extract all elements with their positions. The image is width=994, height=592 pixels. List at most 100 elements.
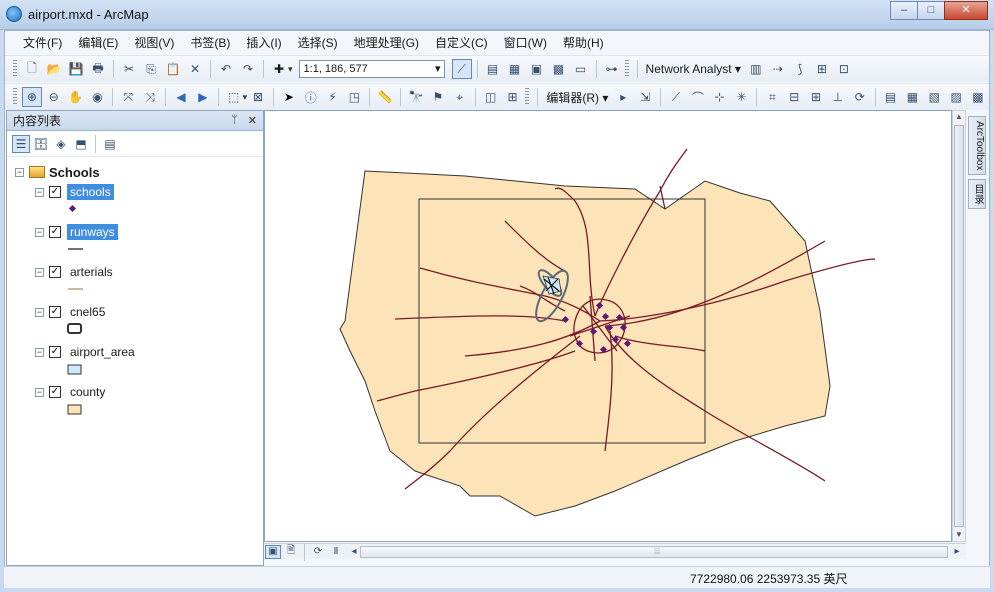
- collapse-icon[interactable]: −: [35, 347, 44, 357]
- close-button[interactable]: ✕: [944, 1, 988, 20]
- hyperlink-icon[interactable]: ⚡: [323, 87, 343, 107]
- refresh-icon[interactable]: ⟳: [310, 545, 326, 559]
- menu-edit[interactable]: 编辑(E): [70, 32, 126, 54]
- undo-icon[interactable]: ↶: [216, 59, 236, 79]
- list-by-visibility-icon[interactable]: ◈: [52, 135, 70, 153]
- attributes-icon[interactable]: ▤: [881, 87, 901, 107]
- collapse-icon[interactable]: −: [35, 387, 44, 397]
- back-arrow-icon[interactable]: ◀: [171, 87, 191, 107]
- menu-selection[interactable]: 选择(S): [290, 32, 346, 54]
- print-icon[interactable]: 🖶: [88, 59, 108, 79]
- layer-row-arterials[interactable]: − ✓ arterials: [35, 263, 116, 281]
- point-icon[interactable]: ✳: [732, 87, 752, 107]
- layer-name[interactable]: county: [67, 384, 108, 400]
- menu-windows[interactable]: 窗口(W): [496, 32, 555, 54]
- toolbar-grip[interactable]: [624, 60, 629, 78]
- cut-polygons-icon[interactable]: ⊞: [806, 87, 826, 107]
- identify-icon[interactable]: ⓘ: [301, 87, 321, 107]
- build-network-icon[interactable]: ⊞: [812, 59, 832, 79]
- data-view-icon[interactable]: ▣: [265, 544, 281, 559]
- collapse-icon[interactable]: −: [35, 267, 44, 277]
- toolbar-grip[interactable]: [525, 88, 530, 106]
- editor-toolbar-toggle-icon[interactable]: ⟋: [451, 59, 472, 79]
- collapse-icon[interactable]: −: [35, 307, 44, 317]
- forward-arrow-icon[interactable]: ▶: [193, 87, 213, 107]
- create-viewer-icon[interactable]: ⊞: [503, 87, 523, 107]
- list-by-selection-icon[interactable]: ⬒: [72, 135, 90, 153]
- fixed-zoom-in-icon[interactable]: ⤧: [118, 87, 138, 107]
- straight-segment-icon[interactable]: ⟋: [666, 87, 686, 107]
- clear-selection-icon[interactable]: ⊠: [248, 87, 268, 107]
- arctoolbox-icon[interactable]: ▩: [549, 59, 569, 79]
- paste-icon[interactable]: 📋: [163, 59, 183, 79]
- solve-icon[interactable]: ⟆: [790, 59, 810, 79]
- menu-help[interactable]: 帮助(H): [555, 32, 612, 54]
- menu-insert[interactable]: 插入(I): [238, 32, 289, 54]
- cut-icon[interactable]: ✂: [119, 59, 139, 79]
- rotate-icon[interactable]: ⟳: [850, 87, 870, 107]
- list-by-drawing-order-icon[interactable]: ☰: [12, 134, 30, 153]
- trace-icon[interactable]: ⊹: [710, 87, 730, 107]
- layer-group-row[interactable]: − Schools: [15, 163, 100, 181]
- open-folder-icon[interactable]: 📂: [44, 59, 64, 79]
- menu-view[interactable]: 视图(V): [126, 32, 182, 54]
- redo-icon[interactable]: ↷: [238, 59, 258, 79]
- search-window-icon[interactable]: ▣: [527, 59, 547, 79]
- menu-geoprocessing[interactable]: 地理处理(G): [346, 32, 427, 54]
- map-canvas[interactable]: [265, 111, 952, 542]
- table-of-contents-icon[interactable]: ▤: [483, 59, 503, 79]
- layer-name[interactable]: airport_area: [67, 344, 138, 360]
- editor-menu[interactable]: 编辑器(R) ▾: [542, 89, 612, 106]
- map-horizontal-scrollbar[interactable]: ⦙⦙⦙: [360, 546, 948, 558]
- sketch-properties-icon[interactable]: ▦: [903, 87, 923, 107]
- scroll-down-icon[interactable]: ▼: [953, 529, 965, 541]
- layer-visibility-checkbox[interactable]: ✓: [49, 226, 61, 238]
- menu-bookmarks[interactable]: 书签(B): [182, 32, 238, 54]
- layer-name[interactable]: arterials: [67, 264, 116, 280]
- layer-name[interactable]: schools: [67, 184, 114, 200]
- network-analyst-menu[interactable]: Network Analyst ▾: [642, 62, 745, 76]
- maximize-button[interactable]: □: [917, 1, 945, 20]
- network-analyst-window-icon[interactable]: ▥: [746, 59, 766, 79]
- layer-name[interactable]: runways: [67, 224, 118, 240]
- catalog-window-icon[interactable]: ▦: [505, 59, 525, 79]
- measure-icon[interactable]: 📏: [375, 87, 395, 107]
- new-route-icon[interactable]: ⇢: [768, 59, 788, 79]
- layer-name[interactable]: cnel65: [67, 304, 108, 320]
- collapse-icon[interactable]: −: [35, 227, 44, 237]
- new-document-icon[interactable]: 🗋: [22, 59, 42, 79]
- collapse-icon[interactable]: −: [15, 167, 24, 177]
- layer-visibility-checkbox[interactable]: ✓: [49, 346, 61, 358]
- select-elements-arrow-icon[interactable]: ➤: [279, 87, 299, 107]
- layer-visibility-checkbox[interactable]: ✓: [49, 266, 61, 278]
- zoom-in-icon[interactable]: ⊕: [21, 87, 42, 107]
- fixed-zoom-out-icon[interactable]: ⤨: [140, 87, 160, 107]
- map-display[interactable]: [264, 110, 952, 542]
- edit-tool-icon[interactable]: ▸: [613, 87, 633, 107]
- select-features-icon[interactable]: ⬚: [224, 87, 244, 107]
- minimize-button[interactable]: ‒: [890, 1, 918, 20]
- full-extent-globe-icon[interactable]: ◉: [88, 87, 108, 107]
- menu-customize[interactable]: 自定义(C): [427, 32, 496, 54]
- time-slider-icon[interactable]: ◫: [481, 87, 501, 107]
- toolbar-grip[interactable]: [13, 88, 17, 106]
- layer-visibility-checkbox[interactable]: ✓: [49, 386, 61, 398]
- edit-annotation-icon[interactable]: ⇲: [635, 87, 655, 107]
- layer-row-airport-area[interactable]: − ✓ airport_area: [35, 343, 138, 361]
- model-builder-icon[interactable]: ⊶: [602, 59, 622, 79]
- close-panel-icon[interactable]: ✕: [248, 114, 257, 127]
- map-scale-combobox[interactable]: 1:1, 186, 577 ▾: [298, 60, 445, 78]
- create-features-icon[interactable]: ▧: [924, 87, 944, 107]
- find-route-icon[interactable]: ⚑: [428, 87, 448, 107]
- list-by-source-icon[interactable]: 🗄: [32, 135, 50, 153]
- html-popup-icon[interactable]: ◳: [344, 87, 364, 107]
- edit-vertices-icon[interactable]: ⌗: [762, 87, 782, 107]
- endpoint-arc-icon[interactable]: ⌒: [688, 87, 708, 107]
- add-data-dropdown-icon[interactable]: ▾: [288, 64, 293, 75]
- layer-row-county[interactable]: − ✓ county: [35, 383, 108, 401]
- split-icon[interactable]: ⊥: [828, 87, 848, 107]
- arctoolbox-dock-tab[interactable]: ArcToolbox: [968, 116, 986, 176]
- layer-visibility-checkbox[interactable]: ✓: [49, 306, 61, 318]
- go-to-xy-icon[interactable]: ⌖: [450, 87, 470, 107]
- scroll-up-icon[interactable]: ▲: [953, 111, 965, 123]
